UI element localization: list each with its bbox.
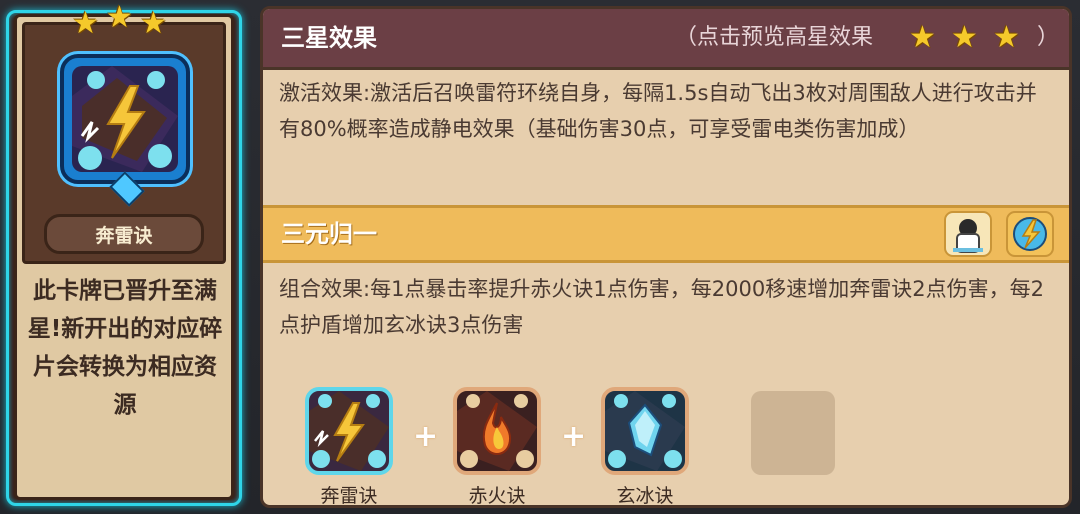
card-name-plate: 奔雷诀 (44, 214, 204, 254)
lightning-skill-icon (309, 391, 389, 471)
fire-skill-icon (457, 391, 537, 471)
lightning-talisman-icon (72, 66, 178, 172)
star-effect-header[interactable]: 三星效果 （点击预览高星效果 ★ ★ ★ ） (263, 9, 1069, 70)
combo-title: 三元归一 (281, 220, 377, 248)
star-effect-title: 三星效果 (281, 24, 377, 52)
card-star-rating: ★ ★ ★ (72, 0, 182, 44)
plus-icon: + (413, 419, 439, 454)
hero-portrait-icon[interactable] (943, 210, 993, 258)
skill-label-fire: 赤火诀 (468, 485, 526, 507)
lightning-orb-icon[interactable] (1005, 210, 1055, 258)
skill-label-lightning: 奔雷诀 (320, 485, 378, 507)
card-description: 此卡牌已晋升至满星!新开出的对应碎片会转换为相应资源 (27, 278, 223, 418)
activation-effect-text: 激活效果:激活后召唤雷符环绕自身，每隔1.5s自动飞出3枚对周围敌人进行攻击并有… (279, 81, 1037, 141)
ice-skill-icon (605, 391, 685, 471)
skill-slot-fire[interactable] (453, 387, 541, 475)
skill-label-ice: 玄冰诀 (616, 485, 674, 507)
star-icon: ★ (951, 20, 978, 55)
effect-panel: 三星效果 （点击预览高星效果 ★ ★ ★ ） 激活效果:激活后召唤雷符环绕自身，… (260, 6, 1072, 508)
star-icon: ★ (909, 20, 936, 55)
skill-slot-lightning[interactable] (305, 387, 393, 475)
preview-hint[interactable]: （点击预览高星效果 (675, 9, 873, 67)
card-name: 奔雷诀 (95, 224, 153, 247)
star-icon: ★ (140, 6, 167, 41)
card-art (60, 54, 190, 184)
star-icon: ★ (106, 0, 133, 35)
plus-icon: + (561, 419, 587, 454)
preview-stars[interactable]: ★ ★ ★ (909, 9, 1020, 67)
star-icon: ★ (72, 6, 99, 41)
combo-effect-text: 组合效果:每1点暴击率提升赤火诀1点伤害，每2000移速增加奔雷诀2点伤害，每2… (279, 277, 1044, 337)
preview-hint-close: ） (1037, 25, 1060, 50)
empty-skill-slot[interactable] (751, 391, 835, 475)
skill-slot-ice[interactable] (601, 387, 689, 475)
combo-header: 三元归一 (263, 205, 1069, 263)
star-icon: ★ (993, 20, 1020, 55)
